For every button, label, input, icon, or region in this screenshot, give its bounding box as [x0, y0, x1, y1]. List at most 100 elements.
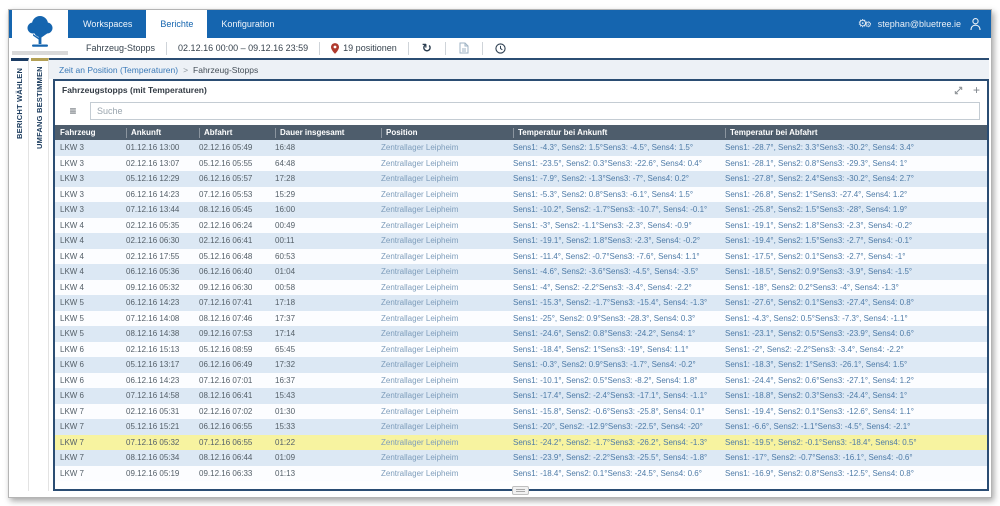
date-range[interactable]: 02.12.16 00:00 – 09.12.16 23:59 — [178, 43, 308, 53]
cell-fahrzeug: LKW 7 — [60, 437, 85, 447]
cell-fahrzeug: LKW 5 — [60, 298, 85, 308]
cell-position: Zentrallager Leipheim — [381, 189, 459, 199]
main-content: Zeit an Position (Temperaturen) > Fahrze… — [49, 58, 989, 497]
bluetree-logo[interactable] — [12, 10, 68, 51]
cell-temp-ankunft: Sens1: -11.4°, Sens2: -0.7°Sens3: -7.6°,… — [513, 251, 700, 261]
table-row[interactable]: LKW 7 08.12.16 05:34 08.12.16 06:44 01:09 Ze… — [55, 450, 987, 466]
cell-dauer: 01:13 — [275, 468, 296, 478]
panel-resize-handle[interactable] — [512, 486, 529, 495]
cell-position: Zentrallager Leipheim — [381, 205, 459, 215]
cell-temp-ankunft: Sens1: -4.3°, Sens2: 1.5°Sens3: -4.5°, S… — [513, 143, 694, 153]
cell-dauer: 65:45 — [275, 344, 296, 354]
cell-temp-ankunft: Sens1: -5.3°, Sens2: 0.8°Sens3: -6.1°, S… — [513, 189, 694, 199]
cell-temp-abfahrt: Sens1: -19.4°, Sens2: 0.1°Sens3: -12.6°,… — [725, 406, 914, 416]
cell-abfahrt: 07.12.16 05:53 — [199, 189, 253, 199]
user-email[interactable]: stephan@bluetree.ie — [878, 19, 961, 29]
export-document-button[interactable] — [457, 42, 471, 54]
cell-ankunft: 05.12.16 15:21 — [126, 422, 180, 432]
table-row[interactable]: LKW 4 02.12.16 05:35 02.12.16 06:24 00:49 Ze… — [55, 217, 987, 233]
nav-item-konfiguration[interactable]: Konfiguration — [207, 10, 288, 38]
table-row[interactable]: LKW 3 01.12.16 13:00 02.12.16 05:49 16:48 Ze… — [55, 140, 987, 156]
cell-abfahrt: 02.12.16 05:49 — [199, 143, 253, 153]
cell-temp-ankunft: Sens1: -25°, Sens2: 0.9°Sens3: -28.3°, S… — [513, 313, 696, 323]
cell-dauer: 17:28 — [275, 174, 296, 184]
table-row[interactable]: LKW 5 07.12.16 14:08 08.12.16 07:46 17:37 Ze… — [55, 310, 987, 326]
cell-temp-abfahrt: Sens1: -24.4°, Sens2: 0.6°Sens3: -27.1°,… — [725, 375, 914, 385]
cell-dauer: 01:09 — [275, 453, 296, 463]
cell-temp-ankunft: Sens1: -20°, Sens2: -12.9°Sens3: -22.5°,… — [513, 422, 703, 432]
stops-table: Fahrzeug Ankunft Abfahrt Dauer insgesamt… — [55, 125, 987, 489]
cell-ankunft: 06.12.16 14:23 — [126, 189, 180, 199]
table-row[interactable]: LKW 3 05.12.16 12:29 06.12.16 05:57 17:28 Ze… — [55, 171, 987, 187]
top-navbar: Workspaces Berichte Konfiguration ⚙⚙ ste… — [9, 10, 991, 38]
add-widget-icon[interactable]: + — [973, 84, 980, 96]
table-row[interactable]: LKW 4 02.12.16 17:55 05.12.16 06:48 60:53 Ze… — [55, 248, 987, 264]
toolbar-divider — [481, 41, 483, 55]
cell-fahrzeug: LKW 7 — [60, 406, 85, 416]
col-header-dauer[interactable]: Dauer insgesamt — [275, 127, 381, 138]
cell-ankunft: 08.12.16 14:38 — [126, 329, 180, 339]
sidebar-tab-bericht-waehlen[interactable]: BERICHT WÄHLEN — [11, 58, 29, 491]
cell-dauer: 16:37 — [275, 375, 296, 385]
cell-position: Zentrallager Leipheim — [381, 220, 459, 230]
col-header-abfahrt[interactable]: Abfahrt — [199, 127, 275, 138]
table-row[interactable]: LKW 4 06.12.16 05:36 06.12.16 06:40 01:04 Ze… — [55, 264, 987, 280]
cell-abfahrt: 08.12.16 05:45 — [199, 205, 253, 215]
toolbar-divider — [444, 41, 446, 55]
cell-dauer: 15:29 — [275, 189, 296, 199]
table-row[interactable]: LKW 6 06.12.16 14:23 07.12.16 07:01 16:37 Ze… — [55, 372, 987, 388]
expand-icon[interactable] — [953, 85, 964, 96]
table-row[interactable]: LKW 7 07.12.16 05:32 07.12.16 06:55 01:22 Ze… — [55, 434, 987, 450]
cell-temp-abfahrt: Sens1: -18°, Sens2: 0.2°Sens3: -4°, Sens… — [725, 282, 899, 292]
table-row[interactable]: LKW 3 07.12.16 13:44 08.12.16 05:45 16:00 Ze… — [55, 202, 987, 218]
cell-position: Zentrallager Leipheim — [381, 158, 459, 168]
table-row[interactable]: LKW 4 09.12.16 05:32 09.12.16 06:30 00:58 Ze… — [55, 279, 987, 295]
cell-abfahrt: 05.12.16 06:48 — [199, 251, 253, 261]
table-row[interactable]: LKW 3 06.12.16 14:23 07.12.16 05:53 15:29 Ze… — [55, 186, 987, 202]
col-header-fahrzeug[interactable]: Fahrzeug — [60, 128, 126, 138]
cell-ankunft: 07.12.16 13:44 — [126, 205, 180, 215]
table-row[interactable]: LKW 4 02.12.16 06:30 02.12.16 06:41 00:11 Ze… — [55, 233, 987, 249]
cell-temp-ankunft: Sens1: -18.4°, Sens2: 0.1°Sens3: -24.5°,… — [513, 468, 702, 478]
tree-icon — [27, 15, 53, 47]
table-row[interactable]: LKW 6 07.12.16 14:58 08.12.16 06:41 15:43 Ze… — [55, 388, 987, 404]
table-row[interactable]: LKW 7 09.12.16 05:19 09.12.16 06:33 01:13 Ze… — [55, 465, 987, 481]
cell-position: Zentrallager Leipheim — [381, 406, 459, 416]
search-input[interactable] — [90, 102, 980, 120]
cell-ankunft: 06.12.16 14:23 — [126, 298, 180, 308]
table-row[interactable]: LKW 6 02.12.16 15:13 05.12.16 08:59 65:45 Ze… — [55, 341, 987, 357]
cell-temp-abfahrt: Sens1: -23.1°, Sens2: 0.5°Sens3: -23.9°,… — [725, 329, 914, 339]
col-header-ankunft[interactable]: Ankunft — [126, 127, 199, 138]
cell-dauer: 17:18 — [275, 298, 296, 308]
table-row[interactable]: LKW 5 08.12.16 14:38 09.12.16 07:53 17:14 Ze… — [55, 326, 987, 342]
breadcrumb-link-report-type[interactable]: Zeit an Position (Temperaturen) — [59, 65, 178, 75]
settings-gears-icon[interactable]: ⚙⚙ — [858, 18, 872, 30]
cell-fahrzeug: LKW 7 — [60, 468, 85, 478]
cell-position: Zentrallager Leipheim — [381, 391, 459, 401]
sidebar-tab-umfang-bestimmen[interactable]: UMFANG BESTIMMEN — [31, 58, 49, 491]
user-icon[interactable] — [970, 17, 981, 31]
table-row[interactable]: LKW 7 02.12.16 05:31 02.12.16 07:02 01:30 Ze… — [55, 403, 987, 419]
cell-temp-abfahrt: Sens1: -19.5°, Sens2: -0.1°Sens3: -18.4°… — [725, 437, 917, 447]
table-row[interactable]: LKW 6 05.12.16 13:17 06.12.16 06:49 17:32 Ze… — [55, 357, 987, 373]
document-icon — [459, 42, 469, 54]
history-clock-button[interactable] — [494, 42, 508, 54]
table-row[interactable]: LKW 3 02.12.16 13:07 05.12.16 05:55 64:48 Ze… — [55, 155, 987, 171]
col-header-position[interactable]: Position — [381, 127, 513, 138]
cell-ankunft: 09.12.16 05:32 — [126, 282, 180, 292]
menu-icon[interactable]: ≡ — [62, 102, 84, 120]
col-header-temp-abfahrt[interactable]: Temperatur bei Abfahrt — [725, 127, 987, 138]
cell-position: Zentrallager Leipheim — [381, 236, 459, 246]
refresh-button[interactable]: ↻ — [420, 42, 434, 54]
table-row[interactable]: LKW 7 05.12.16 15:21 06.12.16 06:55 15:33 Ze… — [55, 419, 987, 435]
col-header-temp-ankunft[interactable]: Temperatur bei Ankunft — [513, 127, 725, 138]
cell-abfahrt: 09.12.16 06:33 — [199, 468, 253, 478]
cell-abfahrt: 07.12.16 06:55 — [199, 437, 253, 447]
positions-count[interactable]: 19 positionen — [343, 43, 397, 53]
nav-item-workspaces[interactable]: Workspaces — [69, 10, 146, 38]
table-row[interactable]: LKW 5 06.12.16 14:23 07.12.16 07:41 17:18 Ze… — [55, 295, 987, 311]
cell-dauer: 01:04 — [275, 267, 296, 277]
app-window: Workspaces Berichte Konfiguration ⚙⚙ ste… — [8, 9, 992, 498]
cell-fahrzeug: LKW 6 — [60, 375, 85, 385]
nav-item-berichte[interactable]: Berichte — [146, 10, 208, 38]
